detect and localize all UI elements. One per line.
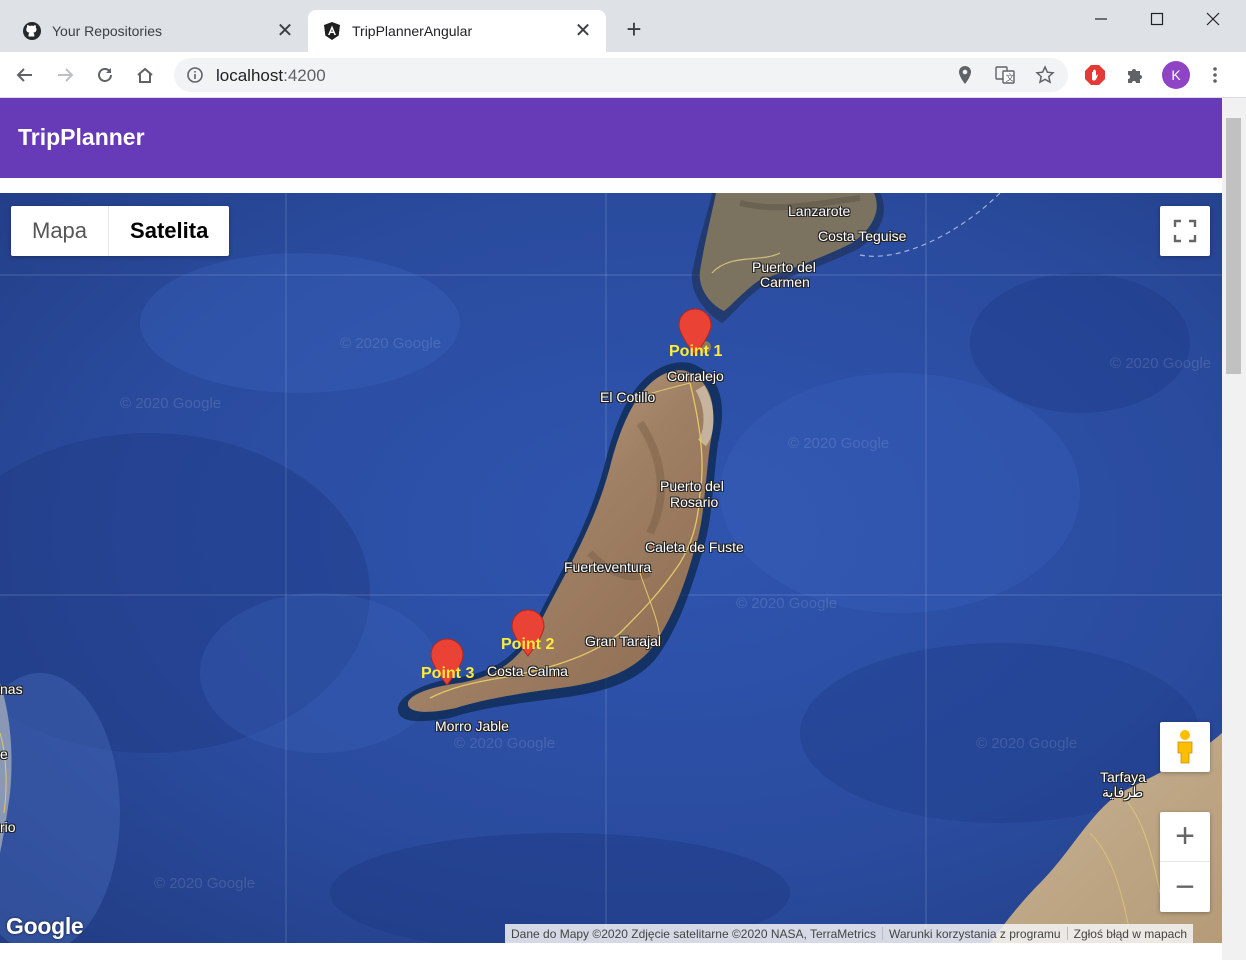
place-label: طرفاية bbox=[1102, 784, 1144, 800]
map-type-control: Mapa Satelita bbox=[11, 206, 230, 256]
map-type-satellite-button[interactable]: Satelita bbox=[109, 206, 229, 256]
close-tab-icon[interactable]: ✕ bbox=[574, 21, 592, 41]
tab-title: TripPlannerAngular bbox=[352, 23, 473, 39]
zoom-in-button[interactable]: + bbox=[1160, 812, 1210, 862]
place-label: Gran Tarajal bbox=[585, 633, 662, 649]
tab-title: Your Repositories bbox=[52, 23, 162, 39]
place-label: Fuerteventura bbox=[564, 559, 652, 575]
terms-link[interactable]: Warunki korzystania z programu bbox=[883, 927, 1067, 941]
browser-toolbar: localhost:4200 文 K bbox=[0, 52, 1246, 98]
page-scrollbar[interactable] bbox=[1222, 98, 1246, 960]
home-icon bbox=[137, 67, 153, 83]
map-watermark: © 2020 Google bbox=[454, 735, 556, 752]
place-label: Puerto del bbox=[752, 259, 816, 275]
chrome-menu-icon[interactable] bbox=[1200, 60, 1230, 90]
place-label: rio bbox=[0, 819, 16, 835]
map-watermark: © 2020 Google bbox=[736, 595, 838, 612]
app-title: TripPlanner bbox=[18, 124, 145, 150]
bookmark-star-icon[interactable] bbox=[1034, 64, 1056, 86]
home-button[interactable] bbox=[130, 60, 160, 90]
place-label: nas bbox=[0, 681, 23, 697]
zoom-out-button[interactable]: − bbox=[1160, 862, 1210, 912]
map-watermark: © 2020 Google bbox=[788, 435, 890, 452]
github-icon bbox=[22, 21, 42, 41]
minimize-button[interactable] bbox=[1078, 4, 1124, 34]
reload-button[interactable] bbox=[90, 60, 120, 90]
close-tab-icon[interactable]: ✕ bbox=[276, 21, 294, 41]
map-type-map-button[interactable]: Mapa bbox=[11, 206, 110, 256]
place-label: El Cotillo bbox=[600, 389, 656, 405]
profile-avatar[interactable]: K bbox=[1162, 61, 1190, 89]
tab-strip: Your Repositories ✕ TripPlannerAngular ✕… bbox=[0, 0, 1246, 52]
translate-icon[interactable]: 文 bbox=[994, 64, 1016, 86]
map-watermark: © 2020 Google bbox=[1110, 355, 1212, 372]
place-label: Costa Calma bbox=[487, 663, 568, 679]
place-label: Rosario bbox=[670, 494, 719, 510]
place-label: Carmen bbox=[760, 274, 810, 290]
place-label: Puerto del bbox=[660, 478, 724, 494]
place-label: Tarfaya bbox=[1100, 769, 1146, 785]
tab-tripplanner[interactable]: TripPlannerAngular ✕ bbox=[308, 10, 606, 52]
place-label: e bbox=[0, 746, 8, 762]
new-tab-button[interactable]: + bbox=[620, 16, 648, 44]
arrow-right-icon bbox=[58, 68, 74, 82]
app-toolbar: TripPlanner bbox=[0, 98, 1222, 178]
tab-your-repositories[interactable]: Your Repositories ✕ bbox=[8, 10, 308, 52]
location-icon[interactable] bbox=[954, 64, 976, 86]
fullscreen-button[interactable] bbox=[1160, 206, 1210, 256]
address-bar[interactable]: localhost:4200 文 bbox=[174, 58, 1068, 92]
maximize-button[interactable] bbox=[1134, 4, 1180, 34]
forward-button[interactable] bbox=[50, 60, 80, 90]
street-view-button[interactable] bbox=[1160, 722, 1210, 772]
close-window-button[interactable] bbox=[1190, 4, 1236, 34]
place-label: Lanzarote bbox=[788, 203, 851, 219]
reload-icon bbox=[98, 68, 112, 82]
map-watermark: © 2020 Google bbox=[340, 335, 442, 352]
url-text[interactable]: localhost:4200 bbox=[216, 66, 326, 86]
place-label: Caleta de Fuste bbox=[645, 539, 744, 555]
satellite-map[interactable]: © 2020 Google © 2020 Google © 2020 Googl… bbox=[0, 193, 1222, 943]
pegman-icon bbox=[1177, 730, 1193, 764]
place-label: Costa Teguise bbox=[818, 228, 907, 244]
extensions-puzzle-icon[interactable] bbox=[1120, 60, 1150, 90]
scrollbar-thumb[interactable] bbox=[1226, 118, 1241, 374]
report-error-link[interactable]: Zgłoś błąd w mapach bbox=[1068, 927, 1193, 941]
map-watermark: © 2020 Google bbox=[976, 735, 1078, 752]
google-logo[interactable]: Google bbox=[6, 913, 84, 940]
place-label: Morro Jable bbox=[435, 718, 509, 734]
map-watermark: © 2020 Google bbox=[120, 395, 222, 412]
marker-label[interactable]: Point 1 bbox=[669, 343, 722, 361]
back-button[interactable] bbox=[10, 60, 40, 90]
fullscreen-icon bbox=[1173, 219, 1197, 243]
place-label: Corralejo bbox=[667, 368, 724, 384]
attribution-data: Dane do Mapy ©2020 Zdjęcie satelitarne ©… bbox=[511, 926, 876, 941]
marker-label[interactable]: Point 2 bbox=[501, 636, 554, 654]
svg-text:文: 文 bbox=[1006, 72, 1015, 84]
info-icon[interactable] bbox=[186, 66, 204, 84]
zoom-control: + − bbox=[1160, 812, 1210, 912]
adblock-extension-icon[interactable] bbox=[1080, 60, 1110, 90]
angular-icon bbox=[322, 21, 342, 41]
marker-label[interactable]: Point 3 bbox=[421, 665, 474, 683]
map-watermark: © 2020 Google bbox=[154, 875, 256, 892]
map-attribution: Dane do Mapy ©2020 Zdjęcie satelitarne ©… bbox=[505, 924, 1193, 943]
arrow-left-icon bbox=[16, 68, 32, 82]
